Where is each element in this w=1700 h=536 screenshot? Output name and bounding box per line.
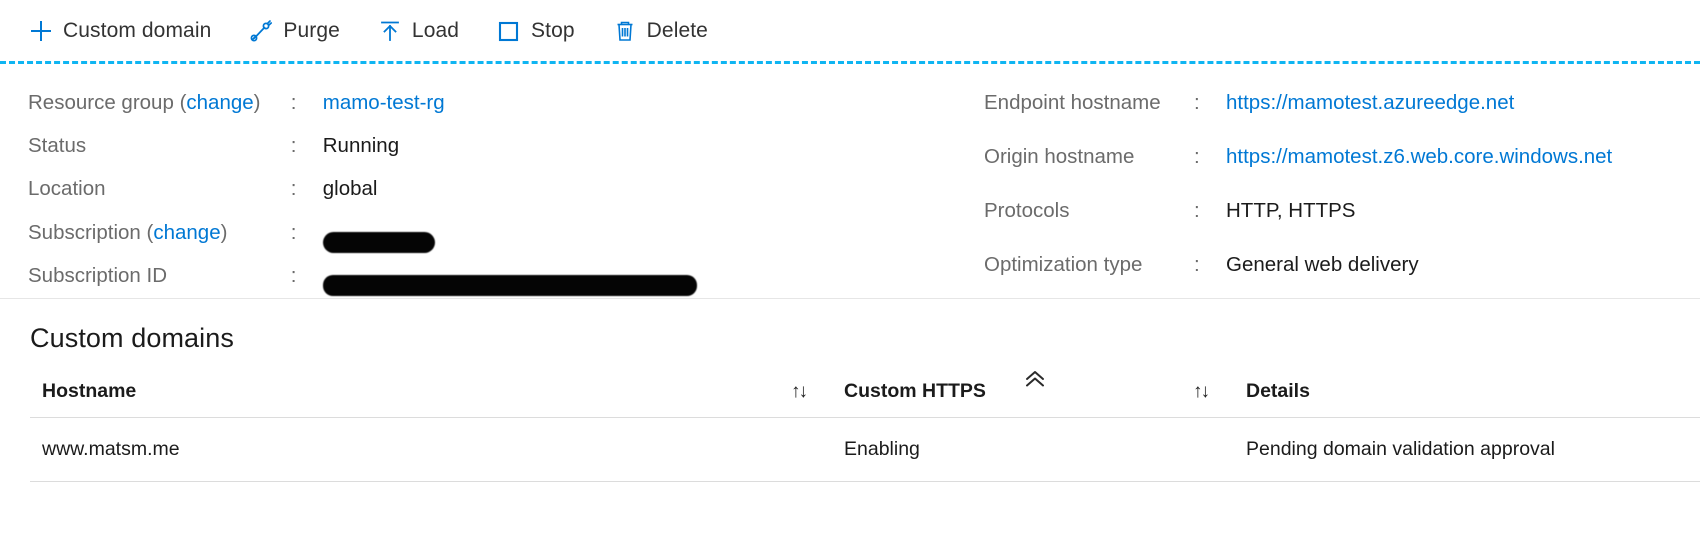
custom-domains-table-body: www.matsm.me Enabling Pending domain val… — [30, 417, 1700, 482]
optimization-type-key: Optimization type — [984, 253, 1143, 276]
stop-icon — [496, 18, 522, 44]
purge-button[interactable]: Purge — [246, 14, 342, 48]
cell-custom-https: Enabling — [832, 417, 1234, 482]
purge-icon — [248, 18, 274, 44]
location-separator: : — [290, 177, 297, 201]
load-icon — [377, 18, 403, 44]
resource-group-key: Resource group (change) — [28, 91, 261, 114]
essentials-left-column: Resource group (change) : mamo-test-rg S… — [28, 82, 728, 298]
status-separator: : — [290, 134, 297, 158]
essentials-panel: Resource group (change) : mamo-test-rg S… — [0, 64, 1700, 387]
stop-button[interactable]: Stop — [494, 14, 577, 48]
subscription-separator: : — [290, 220, 297, 244]
column-header-custom-https-label: Custom HTTPS — [844, 380, 986, 402]
origin-hostname-separator: : — [1194, 145, 1200, 168]
protocols-separator: : — [1194, 199, 1200, 222]
optimization-type-separator: : — [1194, 253, 1200, 276]
optimization-type-value: General web delivery — [1226, 253, 1419, 276]
subscription-id-redaction — [322, 274, 697, 296]
resource-group-value: mamo-test-rg — [323, 82, 728, 125]
load-label: Load — [411, 18, 460, 42]
subscription-id-separator: : — [290, 263, 297, 287]
endpoint-hostname-value: https://mamotest.azureedge.net — [1226, 82, 1612, 136]
subscription-redaction — [322, 231, 435, 253]
subscription-key-text: Subscription — [28, 220, 141, 244]
subscription-id-value — [322, 255, 728, 298]
column-header-details[interactable]: Details — [1234, 380, 1700, 418]
add-custom-domain-button[interactable]: Custom domain — [26, 14, 213, 48]
sort-icon-hostname[interactable]: ↑↓ — [791, 381, 808, 403]
cell-hostname: www.matsm.me — [30, 417, 832, 482]
endpoint-hostname-separator: : — [1194, 91, 1200, 114]
resource-group-separator: : — [290, 91, 297, 114]
command-bar: Custom domain Purge Load Stop Delete — [0, 0, 1700, 61]
origin-hostname-key: Origin hostname — [984, 145, 1135, 168]
property-location: Location : global — [28, 168, 728, 211]
column-header-details-label: Details — [1246, 380, 1310, 402]
subscription-key: Subscription (change) — [28, 220, 228, 244]
location-value: global — [322, 177, 378, 201]
table-row[interactable]: www.matsm.me Enabling Pending domain val… — [30, 417, 1700, 482]
origin-hostname-value: https://mamotest.z6.web.core.windows.net — [1226, 136, 1612, 190]
sort-icon-custom-https[interactable]: ↑↓ — [1193, 381, 1210, 403]
resource-group-link[interactable]: mamo-test-rg — [323, 91, 445, 114]
custom-domains-section: Custom domains Hostname ↑↓ Custom HTTPS … — [0, 299, 1700, 482]
delete-label: Delete — [646, 18, 708, 42]
status-value: Running — [322, 134, 400, 158]
location-key: Location — [28, 177, 106, 201]
column-header-custom-https[interactable]: Custom HTTPS ↑↓ — [832, 380, 1234, 418]
column-header-hostname-label: Hostname — [42, 380, 137, 402]
essentials-right-column: Endpoint hostname : https://mamotest.azu… — [984, 82, 1612, 298]
add-custom-domain-label: Custom domain — [63, 18, 212, 42]
stop-label: Stop — [531, 18, 575, 42]
purge-label: Purge — [283, 18, 340, 42]
protocols-key: Protocols — [984, 199, 1070, 222]
origin-hostname-link[interactable]: https://mamotest.z6.web.core.windows.net — [1226, 145, 1612, 168]
custom-domains-title: Custom domains — [30, 323, 234, 353]
status-key: Status — [28, 134, 87, 158]
custom-domains-table: Hostname ↑↓ Custom HTTPS ↑↓ Details www.… — [30, 380, 1700, 482]
resource-group-key-text: Resource group — [28, 91, 174, 114]
property-status: Status : Running — [28, 125, 728, 168]
delete-icon — [612, 18, 638, 44]
plus-icon — [28, 18, 54, 44]
property-subscription-id: Subscription ID : — [28, 255, 728, 298]
property-optimization-type: Optimization type : General web delivery — [984, 244, 1612, 298]
property-protocols: Protocols : HTTP, HTTPS — [984, 190, 1612, 244]
protocols-value: HTTP, HTTPS — [1226, 199, 1356, 222]
property-resource-group: Resource group (change) : mamo-test-rg — [28, 82, 728, 125]
subscription-value — [322, 212, 728, 255]
column-header-hostname[interactable]: Hostname ↑↓ — [30, 380, 832, 418]
load-button[interactable]: Load — [375, 14, 461, 48]
endpoint-hostname-link[interactable]: https://mamotest.azureedge.net — [1226, 91, 1514, 114]
resource-group-change-link[interactable]: change — [186, 91, 253, 114]
subscription-change-link[interactable]: change — [153, 221, 220, 244]
property-subscription: Subscription (change) : — [28, 212, 728, 255]
cell-details: Pending domain validation approval — [1234, 417, 1700, 482]
subscription-id-key: Subscription ID — [28, 263, 168, 287]
table-header-row: Hostname ↑↓ Custom HTTPS ↑↓ Details — [30, 380, 1700, 418]
custom-domains-table-head: Hostname ↑↓ Custom HTTPS ↑↓ Details — [30, 380, 1700, 418]
delete-button[interactable]: Delete — [610, 14, 710, 48]
property-origin-hostname: Origin hostname : https://mamotest.z6.we… — [984, 136, 1612, 190]
endpoint-hostname-key: Endpoint hostname — [984, 91, 1161, 114]
property-endpoint-hostname: Endpoint hostname : https://mamotest.azu… — [984, 82, 1612, 136]
